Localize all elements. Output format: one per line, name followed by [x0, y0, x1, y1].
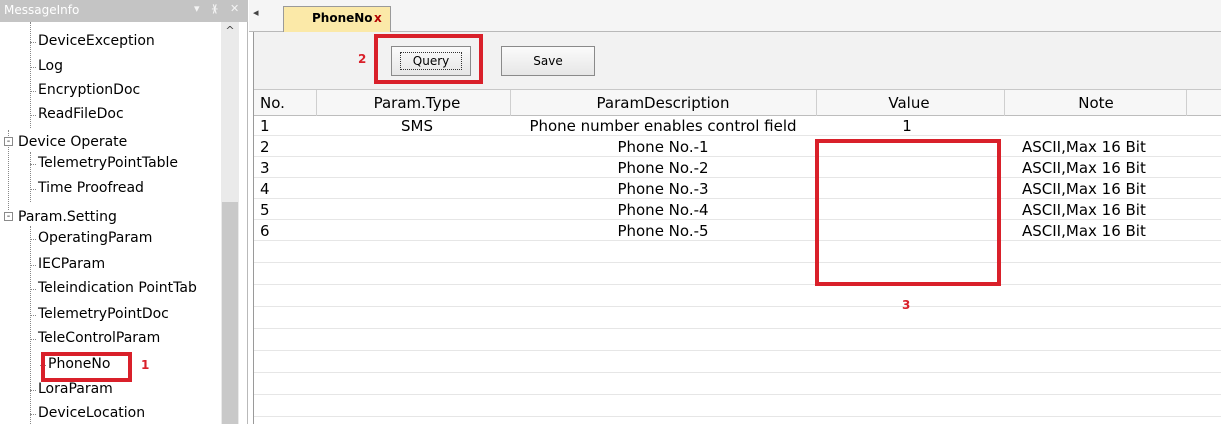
row-divider — [254, 240, 1221, 241]
cell-param-description: Phone No.-5 — [617, 222, 709, 240]
row-divider — [254, 416, 1221, 417]
row-divider — [254, 306, 1221, 307]
tree-guide-line — [30, 22, 31, 128]
row-divider — [254, 394, 1221, 395]
scroll-up-icon[interactable]: ^ — [221, 22, 239, 40]
tree-item-label: EncryptionDoc — [29, 82, 141, 98]
annotation-label-step3: 3 — [902, 298, 911, 312]
annotation-box-step2 — [374, 34, 483, 84]
panel-header: MessageInfo ▾ ᚕ ✕ — [0, 0, 248, 22]
tree-item-label: DeviceException — [30, 33, 155, 49]
column-header-param-type[interactable]: Param.Type — [342, 94, 492, 112]
column-divider[interactable] — [510, 90, 511, 116]
tree-item-label: Time Proofread — [30, 180, 144, 196]
cell-param-description: Phone No.-3 — [617, 180, 709, 198]
tree-node-label: Device Operate — [18, 134, 128, 150]
row-divider — [254, 219, 1221, 220]
tree-item-label: DeviceLocation — [29, 405, 146, 421]
cell-note: ASCII,Max 16 Bit — [1022, 138, 1146, 156]
save-button[interactable]: Save — [501, 46, 595, 76]
panel-title: MessageInfo — [4, 3, 80, 17]
annotation-label-step1: 1 — [141, 358, 150, 372]
tree-item-label: LoraParam — [30, 381, 113, 397]
tree-item-label: TelemetryPointDoc — [30, 306, 169, 322]
column-header-note[interactable]: Note — [1011, 94, 1181, 112]
annotation-label-step2: 2 — [358, 52, 367, 66]
tab-scroll-left-icon[interactable]: ◂ — [253, 6, 259, 19]
row-divider — [254, 135, 1221, 136]
cell-no: 2 — [260, 138, 270, 156]
column-header-no[interactable]: No. — [260, 94, 285, 112]
tree-item-teleindication-point-tab[interactable]: Teleindication PointTab — [0, 280, 221, 304]
cell-param-type: SMS — [401, 117, 433, 135]
column-header-value[interactable]: Value — [824, 94, 994, 112]
cell-no: 3 — [260, 159, 270, 177]
param-table[interactable]: No. Param.Type ParamDescription Value No… — [254, 90, 1221, 424]
cell-param-description: Phone No.-2 — [617, 159, 709, 177]
column-divider[interactable] — [1186, 90, 1187, 116]
row-divider — [254, 156, 1221, 157]
panel-dropdown-icon[interactable]: ▾ — [194, 2, 200, 15]
tree-item-label: IECParam — [29, 256, 106, 272]
tree-node-device-operate[interactable]: - Device Operate — [0, 130, 220, 154]
cell-note: ASCII,Max 16 Bit — [1022, 201, 1146, 219]
cell-param-description: Phone No.-1 — [617, 138, 709, 156]
tree-item-label: ReadFileDoc — [30, 106, 124, 122]
row-divider — [254, 328, 1221, 329]
tree-item-label: Teleindication PointTab — [30, 280, 197, 296]
cell-no: 4 — [260, 180, 270, 198]
tree-guide-line — [30, 226, 31, 424]
column-divider[interactable] — [816, 90, 817, 116]
row-divider — [254, 350, 1221, 351]
document-tab-strip: ◂ PhoneNo x — [249, 0, 1221, 32]
column-divider[interactable] — [1004, 90, 1005, 116]
cell-note: ASCII,Max 16 Bit — [1022, 180, 1146, 198]
cell-no: 1 — [260, 117, 270, 135]
scroll-thumb[interactable] — [222, 202, 238, 424]
cell-note: ASCII,Max 16 Bit — [1022, 159, 1146, 177]
column-divider[interactable] — [316, 90, 317, 116]
cell-param-description: Phone No.-4 — [617, 201, 709, 219]
tree-node-param-setting[interactable]: - Param.Setting — [0, 205, 220, 229]
row-divider — [254, 372, 1221, 373]
phone-no-content: Query Save No. Param.Type ParamDescripti… — [253, 32, 1221, 424]
annotation-box-step1 — [41, 352, 132, 382]
tree-scrollbar[interactable]: ^ — [221, 22, 239, 424]
cell-no: 6 — [260, 222, 270, 240]
annotation-box-step3 — [815, 139, 1001, 286]
tab-phone-no[interactable]: PhoneNo x — [283, 6, 391, 32]
tree-node-label: Param.Setting — [18, 209, 117, 225]
row-divider — [254, 262, 1221, 263]
cell-note: ASCII,Max 16 Bit — [1022, 222, 1146, 240]
column-header-param-description[interactable]: ParamDescription — [518, 94, 808, 112]
tab-close-icon[interactable]: x — [374, 11, 382, 25]
cell-param-description: Phone number enables control field — [529, 117, 797, 135]
collapse-icon[interactable]: - — [4, 137, 13, 147]
tree-item-label: Log — [29, 58, 64, 74]
cell-no: 5 — [260, 201, 270, 219]
row-divider — [254, 198, 1221, 199]
table-header: No. Param.Type ParamDescription Value No… — [254, 90, 1221, 116]
tree-guide-line — [30, 152, 31, 202]
collapse-icon[interactable]: - — [4, 212, 13, 222]
panel-pin-icon[interactable]: ᚕ — [212, 2, 217, 15]
tree-item-label: TeleControlParam — [29, 330, 161, 346]
tree-item-label: TelemetryPointTable — [29, 155, 179, 171]
tree-item-label: OperatingParam — [29, 230, 153, 246]
row-divider — [254, 284, 1221, 285]
cell-value[interactable]: 1 — [824, 117, 990, 135]
row-divider — [254, 177, 1221, 178]
tab-label: PhoneNo — [312, 11, 373, 25]
panel-close-icon[interactable]: ✕ — [230, 2, 239, 15]
